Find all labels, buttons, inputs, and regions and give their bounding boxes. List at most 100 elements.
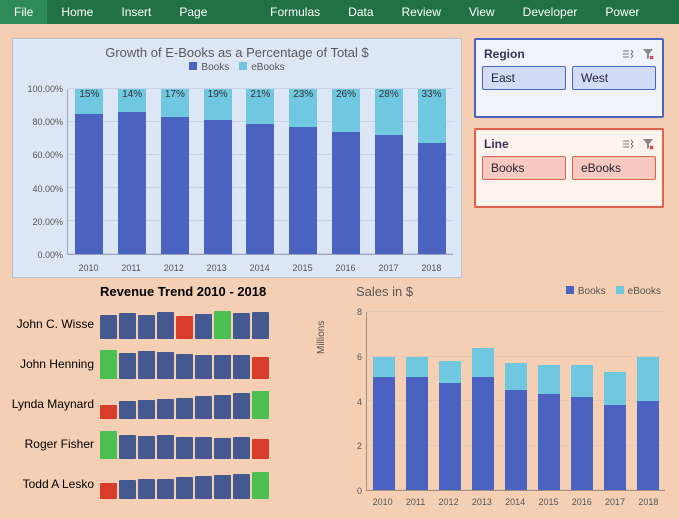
xtick: 2011 <box>406 497 425 507</box>
data-label: 33% <box>418 89 446 101</box>
spark-bar <box>233 313 250 339</box>
spark-bar <box>214 475 231 499</box>
sales-bar <box>505 363 527 490</box>
data-label: 17% <box>161 89 189 101</box>
sales-xaxis: 201020112012201320142015201620172018 <box>366 497 665 507</box>
data-label: 19% <box>204 89 232 101</box>
slicer-region[interactable]: Region EastWest <box>474 38 664 118</box>
sales-yaxis: 02468 <box>348 312 364 491</box>
sparkline <box>100 309 269 339</box>
multiselect-icon[interactable] <box>620 136 636 152</box>
ribbon-tab-home[interactable]: Home <box>47 0 107 24</box>
xtick: 2014 <box>250 263 270 273</box>
sales-bar <box>472 348 494 490</box>
spark-bar <box>100 315 117 339</box>
ribbon-tab-formulas[interactable]: Formulas <box>256 0 334 24</box>
sales-ylabel: Millions <box>316 321 327 354</box>
spark-bar <box>252 472 269 499</box>
legend-ebooks: eBooks <box>239 62 284 73</box>
spark-bar <box>233 393 250 419</box>
xtick: 2017 <box>605 497 625 507</box>
spark-bar <box>157 399 174 419</box>
ribbon: FileHomeInsertPage LayoutFormulasDataRev… <box>0 0 679 24</box>
person-name: Todd A Lesko <box>6 477 100 491</box>
ytick: 40.00% <box>32 184 63 194</box>
trend-row: Lynda Maynard <box>6 384 306 424</box>
slicer-line[interactable]: Line BookseBooks <box>474 128 664 208</box>
ytick: 8 <box>357 307 362 317</box>
spark-bar <box>138 351 155 379</box>
sales-chart: Sales in $ Books eBooks Millions 02468 2… <box>316 284 671 513</box>
spark-bar <box>157 312 174 339</box>
spark-bar <box>252 312 269 339</box>
data-label: 23% <box>289 89 317 101</box>
spark-bar <box>176 477 193 499</box>
slicer-region-item-east[interactable]: East <box>482 66 566 90</box>
ribbon-tab-insert[interactable]: Insert <box>107 0 165 24</box>
trend-row: John Henning <box>6 344 306 384</box>
person-name: Lynda Maynard <box>6 397 100 411</box>
ribbon-tab-data[interactable]: Data <box>334 0 387 24</box>
spark-bar <box>119 353 136 379</box>
ribbon-tab-developer[interactable]: Developer <box>509 0 592 24</box>
data-label: 14% <box>118 89 146 101</box>
spark-bar <box>119 401 136 419</box>
sparkline <box>100 349 269 379</box>
sales-bar <box>406 357 428 490</box>
ytick: 20.00% <box>32 217 63 227</box>
spark-bar <box>195 476 212 499</box>
ytick: 80.00% <box>32 117 63 127</box>
sales-bar <box>373 357 395 490</box>
spark-bar <box>195 355 212 379</box>
slicer-region-title: Region <box>484 47 525 61</box>
clear-filter-icon[interactable] <box>640 46 656 62</box>
ribbon-tab-review[interactable]: Review <box>388 0 455 24</box>
ribbon-tab-view[interactable]: View <box>455 0 509 24</box>
dashboard-canvas: Growth of E-Books as a Percentage of Tot… <box>0 24 679 519</box>
sales-bar <box>571 365 593 490</box>
growth-bar: 19% <box>204 89 232 254</box>
growth-yaxis: 0.00%20.00%40.00%60.00%80.00%100.00% <box>19 89 65 255</box>
xtick: 2016 <box>572 497 592 507</box>
xtick: 2012 <box>439 497 459 507</box>
growth-chart: Growth of E-Books as a Percentage of Tot… <box>12 38 462 278</box>
ytick: 60.00% <box>32 150 63 160</box>
slicer-region-item-west[interactable]: West <box>572 66 656 90</box>
growth-chart-title: Growth of E-Books as a Percentage of Tot… <box>13 39 461 60</box>
clear-filter-icon[interactable] <box>640 136 656 152</box>
spark-bar <box>214 355 231 379</box>
spark-bar <box>100 405 117 419</box>
spark-bar <box>214 395 231 419</box>
sales-bar <box>538 365 560 490</box>
spark-bar <box>214 438 231 459</box>
spark-bar <box>195 396 212 419</box>
xtick: 2011 <box>121 263 140 273</box>
xtick: 2015 <box>293 263 313 273</box>
xtick: 2010 <box>78 263 98 273</box>
xtick: 2018 <box>638 497 658 507</box>
sales-plot <box>366 312 665 491</box>
sales-bar <box>604 372 626 490</box>
ribbon-tab-file[interactable]: File <box>0 0 47 24</box>
ytick: 4 <box>357 397 362 407</box>
growth-bar: 21% <box>246 89 274 254</box>
ribbon-tab-power-pivot[interactable]: Power Pivot <box>591 0 679 24</box>
xtick: 2012 <box>164 263 184 273</box>
xtick: 2015 <box>538 497 558 507</box>
trend-row: John C. Wisse <box>6 304 306 344</box>
spark-bar <box>138 479 155 499</box>
slicer-line-item-ebooks[interactable]: eBooks <box>572 156 656 180</box>
slicer-line-item-books[interactable]: Books <box>482 156 566 180</box>
growth-bar: 17% <box>161 89 189 254</box>
spark-bar <box>119 435 136 459</box>
ribbon-tab-page-layout[interactable]: Page Layout <box>165 0 256 24</box>
spark-bar <box>214 311 231 339</box>
ytick: 0.00% <box>37 250 63 260</box>
spark-bar <box>176 354 193 379</box>
legend-ebooks: eBooks <box>616 286 661 297</box>
trend-row: Roger Fisher <box>6 424 306 464</box>
xtick: 2014 <box>505 497 525 507</box>
sales-bar <box>637 357 659 491</box>
multiselect-icon[interactable] <box>620 46 636 62</box>
sparkline <box>100 469 269 499</box>
